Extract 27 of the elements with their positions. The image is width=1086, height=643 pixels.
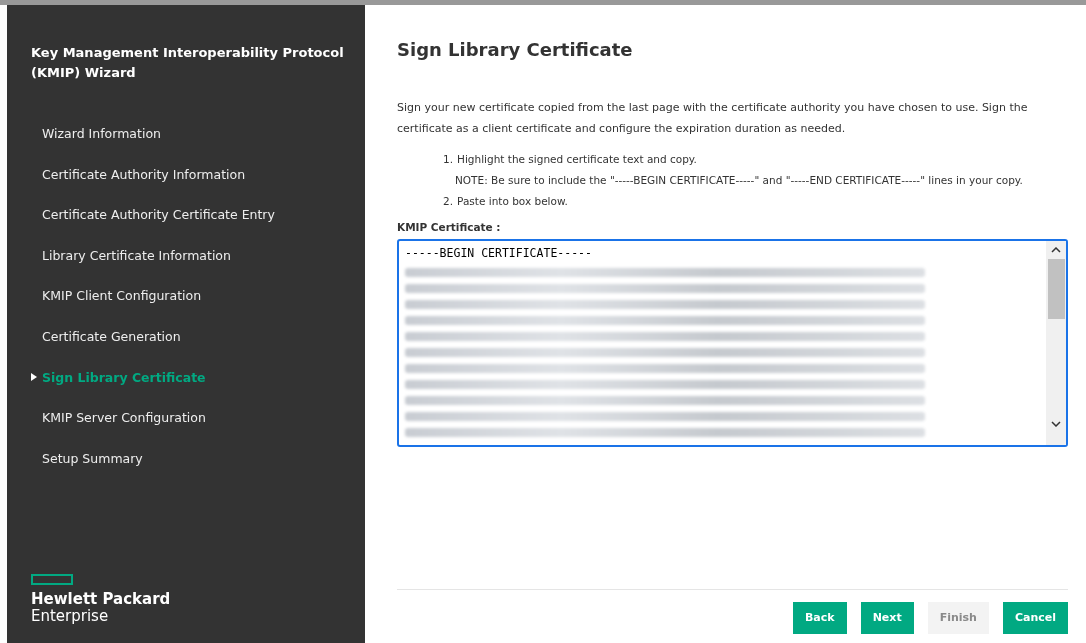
note-text: NOTE: Be sure to include the "-----BEGIN CERTIFICATE-----" and "-----END CERTIFICATE-----" lines in your copy. xyxy=(455,172,1023,188)
page-title: Sign Library Certificate xyxy=(397,39,634,61)
step-number: 2. xyxy=(443,193,454,209)
wizard-step-link[interactable]: KMIP Server Configuration xyxy=(31,409,365,450)
step-text: Paste into box below. xyxy=(457,193,568,209)
logo-text: Hewlett Packard xyxy=(31,591,172,608)
wizard-step-link[interactable]: Library Certificate Information xyxy=(31,246,365,288)
scrollbar[interactable] xyxy=(1046,241,1066,446)
scroll-up-icon[interactable] xyxy=(1051,247,1061,254)
wizard-step-link[interactable]: Certificate Authority Certificate Entry xyxy=(31,206,365,247)
step-number: 1. xyxy=(443,151,454,167)
certificate-text-area[interactable]: -----BEGIN CERTIFICATE----- xyxy=(397,239,1068,448)
field-label: KMIP Certificate : xyxy=(397,219,502,235)
scrollbar-thumb[interactable] xyxy=(1047,259,1065,320)
intro-text: Sign your new certificate copied from the last page with the certificate authority you have chosen to use. Sign the certificate as a client certificate and configure the expiration duration as needed. xyxy=(397,99,1029,137)
scroll-down-icon[interactable] xyxy=(1051,421,1061,428)
wizard-title: Key Management Interoperability Protocol (KMIP) Wizard xyxy=(31,44,345,82)
wizard-step-link[interactable]: Sign Library Certificate xyxy=(31,368,365,410)
wizard-step-link[interactable]: Wizard Information xyxy=(31,125,365,166)
logo-rectangle-icon xyxy=(31,574,73,585)
wizard-step-link[interactable]: KMIP Client Configuration xyxy=(31,287,365,328)
step-text: Highlight the signed certificate text and copy. xyxy=(457,151,697,167)
wizard-step-link[interactable]: Certificate Generation xyxy=(31,327,365,369)
wizard-step-link[interactable]: Setup Summary xyxy=(31,449,365,491)
current-step-triangle-icon xyxy=(31,372,37,381)
logo-text: Enterprise xyxy=(31,608,110,625)
wizard-step-link[interactable]: Certificate Authority Information xyxy=(31,165,365,207)
